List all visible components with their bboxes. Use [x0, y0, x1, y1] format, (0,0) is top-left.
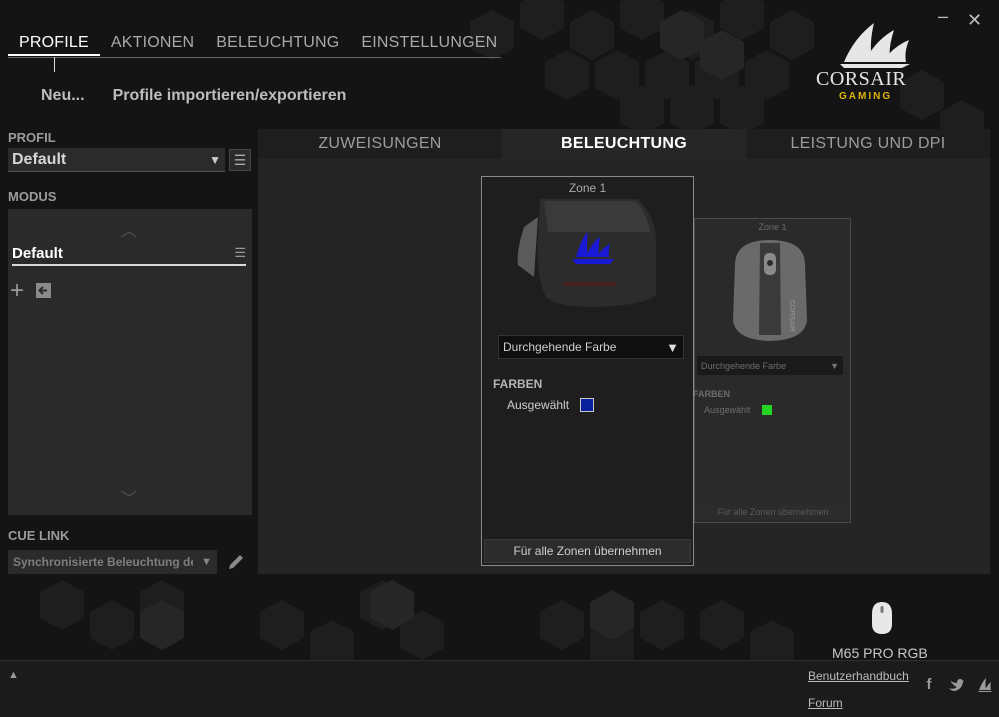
tab-profile[interactable]: PROFILE [8, 34, 100, 56]
selected-label: Ausgewählt [704, 405, 751, 415]
chevron-down-icon[interactable]: ﹀ [121, 485, 137, 509]
profile-actions: Neu... Profile importieren/exportieren [41, 87, 346, 105]
subtabs: ZUWEISUNGEN BELEUCHTUNG LEISTUNG UND DPI [258, 129, 990, 159]
user-manual-link[interactable]: Benutzerhandbuch [808, 669, 909, 683]
cue-link-label: CUE LINK [8, 528, 70, 543]
profile-label: PROFIL [8, 130, 56, 145]
zone-card: Zone 1 Durchgehende Farbe ▼ FARBEN Ausge… [481, 176, 694, 566]
svg-text:CORSAIR: CORSAIR [788, 300, 795, 332]
mode-panel: ︿ Default ☰ + ﹀ [8, 209, 252, 515]
effect-dropdown[interactable]: Durchgehende Farbe ▼ [498, 335, 684, 359]
mouse-device-icon[interactable] [868, 600, 896, 636]
apply-all-zones-button[interactable]: Für alle Zonen übernehmen [484, 539, 691, 563]
forum-link[interactable]: Forum [808, 696, 843, 710]
effect-value: Durchgehende Farbe [503, 340, 617, 354]
add-mode-icon[interactable]: + [10, 279, 24, 303]
dropdown-arrow-icon: ▼ [209, 152, 221, 167]
colors-label: FARBEN [493, 377, 543, 391]
import-mode-icon[interactable] [35, 282, 52, 299]
mouse-top-image: CORSAIR [733, 240, 807, 341]
cue-link-dropdown[interactable]: Synchronisierte Beleuchtung deaktiviert … [8, 550, 217, 574]
brand-sub: GAMING [839, 91, 893, 102]
dropdown-arrow-icon: ▼ [666, 339, 679, 355]
device-name: M65 PRO RGB [832, 645, 928, 661]
color-swatch[interactable] [580, 398, 594, 412]
pencil-icon[interactable] [226, 552, 246, 572]
selected-label: Ausgewählt [507, 398, 570, 412]
tab-lighting[interactable]: BELEUCHTUNG [205, 34, 350, 56]
expand-up-icon[interactable]: ▲ [8, 669, 19, 681]
dropdown-arrow-icon: ▼ [201, 556, 212, 568]
minimize-button[interactable]: – [938, 6, 948, 27]
profile-value: Default [12, 150, 67, 168]
mode-item[interactable]: Default ☰ [12, 242, 246, 266]
mode-menu-icon[interactable]: ☰ [234, 245, 246, 261]
new-profile-button[interactable]: Neu... [41, 87, 85, 105]
dropdown-arrow-icon: ▼ [830, 360, 839, 371]
mode-name: Default [12, 244, 63, 262]
main-nav: PROFILE AKTIONEN BELEUCHTUNG EINSTELLUNG… [8, 34, 501, 58]
tab-performance-dpi[interactable]: LEISTUNG UND DPI [746, 129, 990, 159]
profile-menu-button[interactable]: ☰ [229, 149, 251, 171]
zone-title: Zone 1 [568, 181, 607, 195]
tab-actions[interactable]: AKTIONEN [100, 34, 205, 56]
facebook-icon[interactable]: f [920, 676, 938, 694]
nav-indicator [54, 57, 55, 72]
profile-dropdown[interactable]: Default ▼ [8, 148, 225, 172]
color-swatch [762, 405, 772, 415]
tab-assignments[interactable]: ZUWEISUNGEN [258, 129, 502, 159]
zone-card-preview: Zone 1 CORSAIR Durchgehende Farbe ▼ FARB… [693, 218, 851, 523]
close-button[interactable]: ✕ [967, 10, 982, 31]
import-export-button[interactable]: Profile importieren/exportieren [113, 87, 347, 105]
brand-name: CORSAIR [816, 68, 907, 90]
cue-link-value: Synchronisierte Beleuchtung deaktiviert [13, 555, 193, 569]
colors-label: FARBEN [693, 389, 731, 399]
corsair-icon[interactable] [976, 676, 994, 694]
tab-lighting-effects[interactable]: BELEUCHTUNG [502, 129, 746, 159]
effect-value: Durchgehende Farbe [701, 360, 787, 371]
mode-label: MODUS [8, 189, 57, 204]
chevron-up-icon[interactable]: ︿ [121, 217, 137, 241]
twitter-icon[interactable] [947, 676, 965, 694]
tab-settings[interactable]: EINSTELLUNGEN [350, 34, 508, 56]
mouse-rear-image [517, 199, 656, 307]
zone-title: Zone 1 [758, 222, 787, 232]
effect-dropdown-preview: Durchgehende Farbe ▼ [697, 356, 843, 375]
apply-all-zones-button: Für alle Zonen übernehmen [697, 505, 849, 520]
